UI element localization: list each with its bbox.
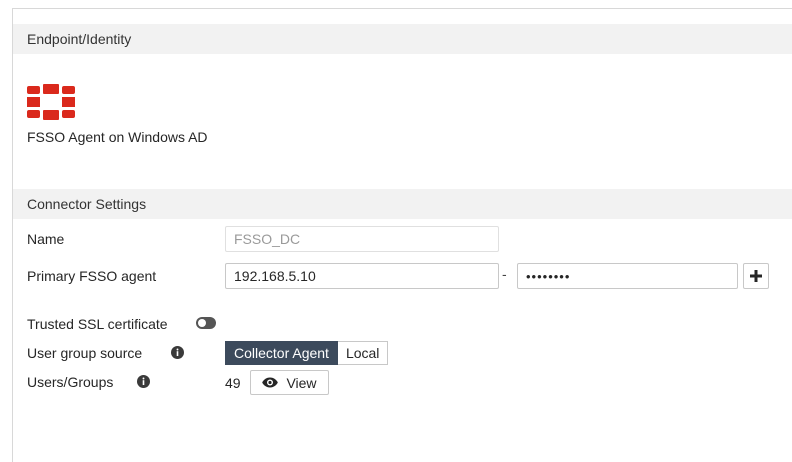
users-groups-count: 49 (225, 375, 241, 391)
view-button-label: View (286, 374, 317, 391)
primary-agent-ip-input[interactable] (225, 263, 499, 289)
segment-collector-agent[interactable]: Collector Agent (225, 341, 338, 365)
connector-type-label: FSSO Agent on Windows AD (27, 129, 208, 145)
section-header-connector-settings: Connector Settings (13, 189, 792, 219)
name-label: Name (27, 231, 65, 247)
user-group-source-label: User group source (27, 345, 143, 361)
toggle-knob (198, 319, 206, 327)
fortinet-logo (27, 84, 75, 120)
plus-icon (750, 270, 762, 282)
trusted-ssl-toggle[interactable] (196, 317, 216, 329)
eye-icon (262, 377, 279, 388)
primary-agent-label: Primary FSSO agent (27, 268, 157, 284)
primary-agent-password-input[interactable] (517, 263, 738, 289)
users-groups-label: Users/Groups (27, 374, 114, 390)
section-header-endpoint-identity: Endpoint/Identity (13, 24, 792, 54)
trusted-ssl-label: Trusted SSL certificate (27, 316, 168, 332)
info-icon[interactable] (137, 375, 150, 388)
connector-panel: Endpoint/Identity FSSO Agent on Windows … (12, 8, 792, 462)
segment-local[interactable]: Local (337, 341, 389, 365)
user-group-source-selector: Collector Agent Local (225, 341, 389, 365)
ip-password-separator: - (502, 266, 507, 282)
info-icon[interactable] (171, 346, 184, 359)
name-input[interactable] (225, 226, 499, 252)
add-agent-button[interactable] (743, 263, 769, 289)
view-users-groups-button[interactable]: View (250, 370, 329, 395)
